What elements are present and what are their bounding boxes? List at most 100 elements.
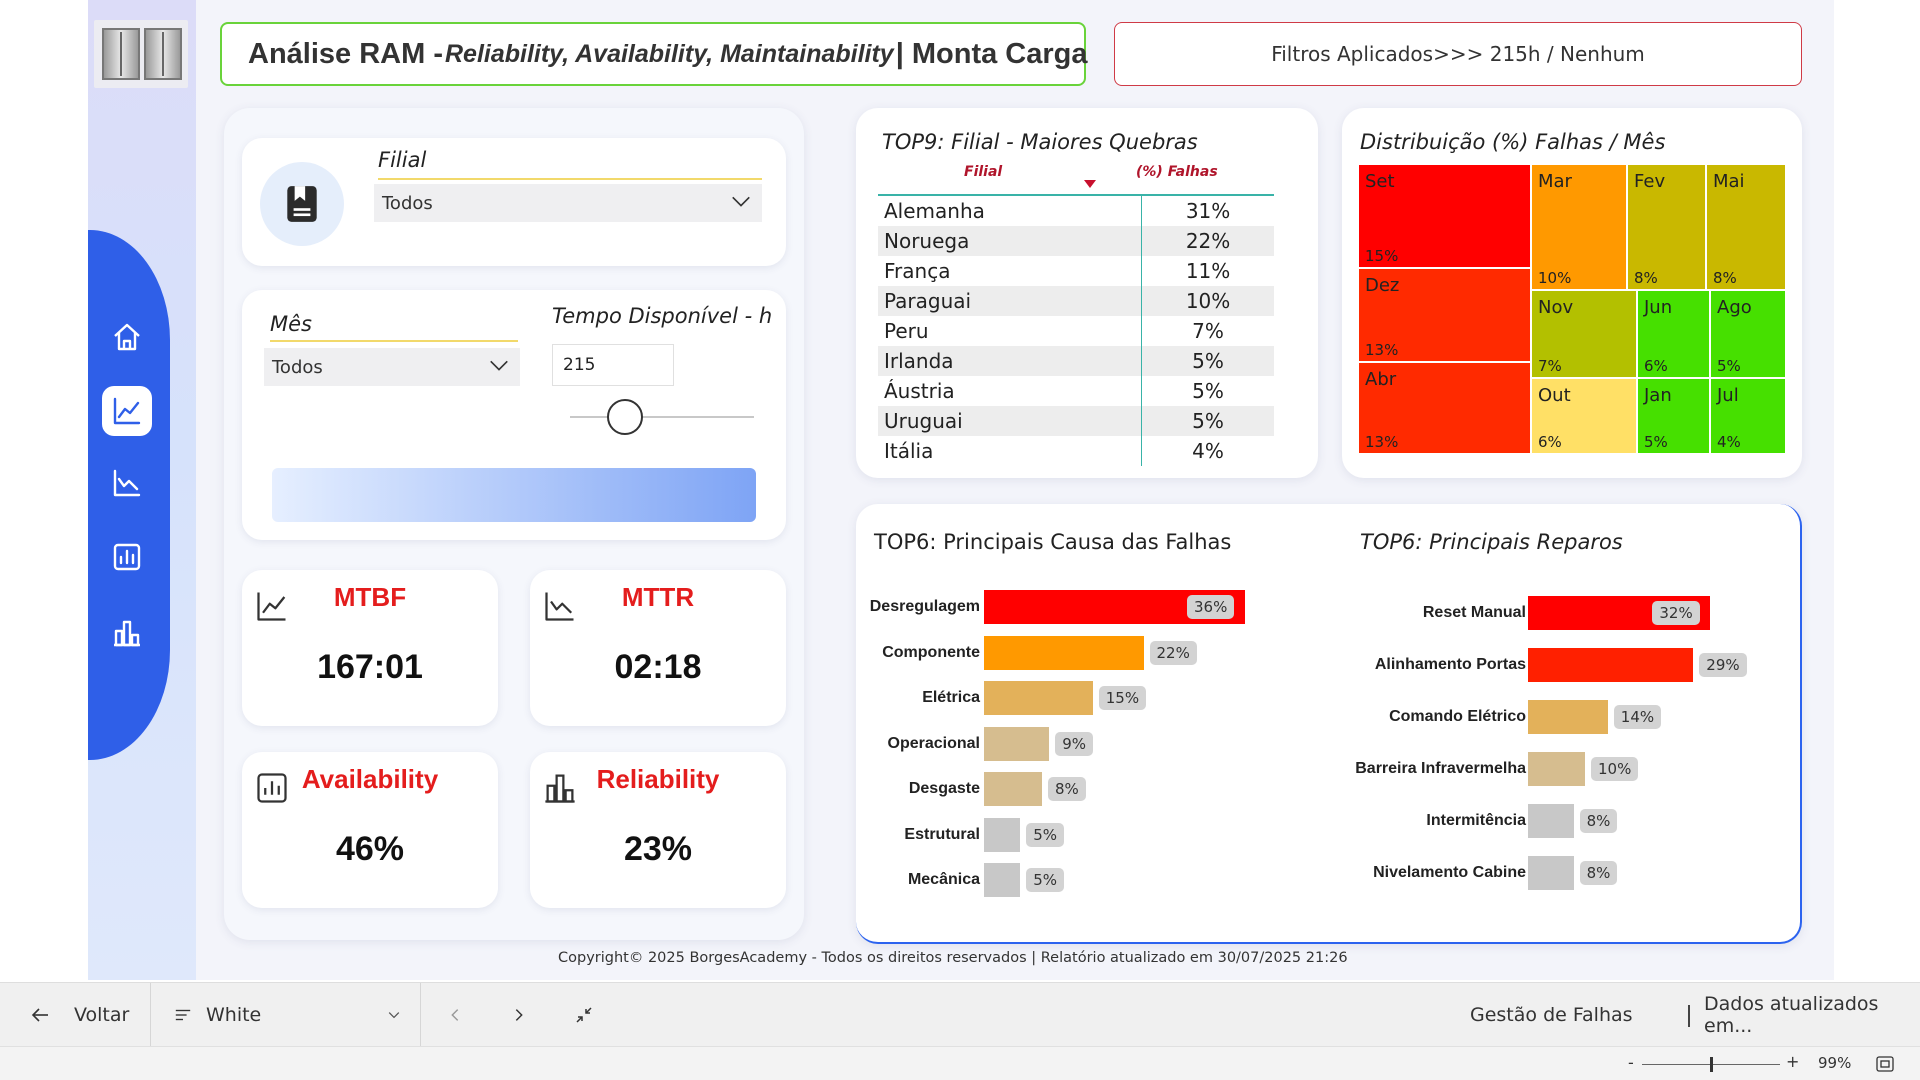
table-row[interactable]: Noruega 22% bbox=[878, 226, 1274, 256]
falhas-cell: 10% bbox=[1141, 286, 1274, 316]
sidebar bbox=[88, 0, 196, 980]
tempo-slider-thumb[interactable] bbox=[607, 399, 644, 435]
bar[interactable] bbox=[984, 726, 1050, 761]
table-row[interactable]: Peru 7% bbox=[878, 316, 1274, 346]
treemap-cell[interactable]: Mar 10% bbox=[1531, 164, 1627, 290]
filial-cell: Irlanda bbox=[878, 346, 1142, 376]
bar[interactable] bbox=[984, 772, 1042, 806]
fit-to-page-icon[interactable] bbox=[1876, 1056, 1894, 1072]
treemap-cell[interactable]: Jul 4% bbox=[1710, 378, 1786, 454]
treemap-cell[interactable]: Abr 13% bbox=[1358, 362, 1531, 454]
col-header-filial[interactable]: Filial bbox=[964, 164, 1002, 180]
treemap-month: Set bbox=[1365, 171, 1395, 192]
falhas-cell: 5% bbox=[1141, 346, 1274, 376]
top9-title: TOP9: Filial - Maiores Quebras bbox=[882, 130, 1198, 154]
next-page-button[interactable] bbox=[510, 983, 528, 1047]
bar[interactable] bbox=[1528, 804, 1574, 838]
bar-label: Componente bbox=[882, 643, 980, 661]
zoom-slider[interactable] bbox=[1642, 1057, 1780, 1072]
col-header-falhas[interactable]: (%) Falhas bbox=[1136, 164, 1218, 180]
bar-value-label: 8% bbox=[1579, 809, 1618, 833]
table-row[interactable]: Irlanda 5% bbox=[878, 346, 1274, 376]
treemap-pct: 8% bbox=[1634, 269, 1658, 287]
treemap-cell[interactable]: Ago 5% bbox=[1710, 290, 1786, 378]
distribution-card: Distribuição (%) Falhas / Mês Set 15% Dez 1… bbox=[1342, 108, 1802, 478]
table-row[interactable]: Itália 4% bbox=[878, 436, 1274, 466]
filial-dropdown[interactable]: Todos bbox=[374, 184, 762, 222]
nav-line-chart-button[interactable] bbox=[102, 386, 152, 436]
previous-page-button[interactable] bbox=[446, 983, 464, 1047]
bottom-toolbar: Voltar White Gestão de Falhas Dados atua… bbox=[0, 982, 1920, 1047]
reliability-card: Reliability 23% bbox=[530, 752, 786, 908]
bar-label: Operacional bbox=[887, 734, 980, 752]
table-row[interactable]: Alemanha 31% bbox=[878, 196, 1274, 226]
treemap-cell[interactable]: Mai 8% bbox=[1706, 164, 1786, 290]
treemap-cell[interactable]: Out 6% bbox=[1531, 378, 1637, 454]
treemap-cell[interactable]: Jun 6% bbox=[1637, 290, 1710, 378]
theme-dropdown[interactable]: White bbox=[174, 983, 402, 1047]
back-label: Voltar bbox=[74, 1004, 130, 1026]
table-row[interactable]: França 11% bbox=[878, 256, 1274, 286]
table-row[interactable]: Áustria 5% bbox=[878, 376, 1274, 406]
bar[interactable] bbox=[984, 817, 1021, 852]
treemap-pct: 15% bbox=[1365, 247, 1399, 265]
bar[interactable] bbox=[984, 681, 1093, 715]
bar-value-label: 29% bbox=[1699, 653, 1747, 677]
bar-label: Mecânica bbox=[907, 871, 980, 888]
tempo-input[interactable]: 215 bbox=[552, 344, 674, 386]
data-updated[interactable]: Dados atualizados em... bbox=[1704, 983, 1920, 1047]
home-icon bbox=[114, 323, 140, 351]
zoom-level: 99% bbox=[1818, 1054, 1852, 1072]
nav-column-chart-button[interactable] bbox=[102, 608, 152, 658]
treemap-cell[interactable]: Set 15% bbox=[1358, 164, 1531, 268]
zoom-out-button[interactable]: - bbox=[1628, 1053, 1634, 1072]
bar[interactable] bbox=[984, 635, 1144, 670]
zoom-slider-thumb[interactable] bbox=[1710, 1057, 1713, 1072]
bars-card: TOP6: Principais Causa das Falhas TOP6: … bbox=[856, 504, 1802, 944]
page-name[interactable]: Gestão de Falhas bbox=[1470, 983, 1633, 1047]
mes-dropdown[interactable]: Todos bbox=[264, 348, 520, 386]
collapse-button[interactable] bbox=[574, 983, 594, 1047]
nav-home-button[interactable] bbox=[102, 312, 152, 362]
filial-underline bbox=[378, 178, 762, 180]
distribution-title: Distribuição (%) Falhas / Mês bbox=[1360, 130, 1666, 154]
treemap-pct: 8% bbox=[1713, 269, 1737, 287]
copyright: Copyright© 2025 BorgesAcademy - Todos os… bbox=[558, 950, 1348, 966]
treemap-cell[interactable]: Dez 13% bbox=[1358, 268, 1531, 362]
bar-label: Desregulagem bbox=[869, 598, 980, 615]
toolbar-separator bbox=[420, 983, 421, 1047]
tempo-slider-track[interactable] bbox=[570, 399, 754, 435]
treemap-cell[interactable]: Fev 8% bbox=[1627, 164, 1706, 290]
treemap-pct: 5% bbox=[1717, 357, 1741, 375]
bar-value-label: 8% bbox=[1579, 861, 1618, 885]
zoom-in-button[interactable]: + bbox=[1786, 1052, 1799, 1071]
filial-cell: Peru bbox=[884, 319, 929, 343]
bar[interactable] bbox=[1528, 856, 1574, 890]
bar[interactable] bbox=[1528, 648, 1694, 682]
causes-title-text: TOP6: Principais Causa das Falhas bbox=[874, 530, 1232, 554]
filial-cell: França bbox=[884, 259, 951, 283]
table-row[interactable]: Uruguai 5% bbox=[878, 406, 1274, 436]
bar[interactable] bbox=[1528, 752, 1585, 786]
nav-bar-chart-button[interactable] bbox=[102, 532, 152, 582]
treemap-cell[interactable]: Nov 7% bbox=[1531, 290, 1637, 378]
tempo-input-value: 215 bbox=[563, 355, 596, 375]
treemap-month: Jul bbox=[1717, 385, 1739, 406]
bar-value-label: 5% bbox=[1026, 822, 1065, 847]
tempo-label: Tempo Disponível - h bbox=[552, 304, 773, 328]
bar-label: Barreira Infravermelha bbox=[1355, 760, 1526, 777]
causes-title: TOP6: Principais Causa das Falhas bbox=[874, 530, 1231, 554]
treemap-cell[interactable]: Jan 5% bbox=[1637, 378, 1710, 454]
report-title: Análise RAM - Reliability, Availability,… bbox=[220, 22, 1088, 86]
repairs-title: TOP6: Principais Reparos bbox=[1360, 530, 1623, 554]
applied-filters: Filtros Aplicados>>> 215h / Nenhum bbox=[1114, 22, 1802, 86]
table-row[interactable]: Paraguai 10% bbox=[878, 286, 1274, 316]
apply-gradient-button[interactable] bbox=[272, 468, 756, 522]
sort-desc-icon[interactable] bbox=[1084, 180, 1096, 188]
nav-trend-button[interactable] bbox=[102, 458, 152, 508]
back-button[interactable]: Voltar bbox=[30, 983, 129, 1047]
chevron-down-icon bbox=[388, 1012, 400, 1019]
bar[interactable] bbox=[1528, 700, 1608, 734]
bar-value-label: 10% bbox=[1591, 757, 1639, 781]
bar[interactable] bbox=[984, 863, 1021, 897]
